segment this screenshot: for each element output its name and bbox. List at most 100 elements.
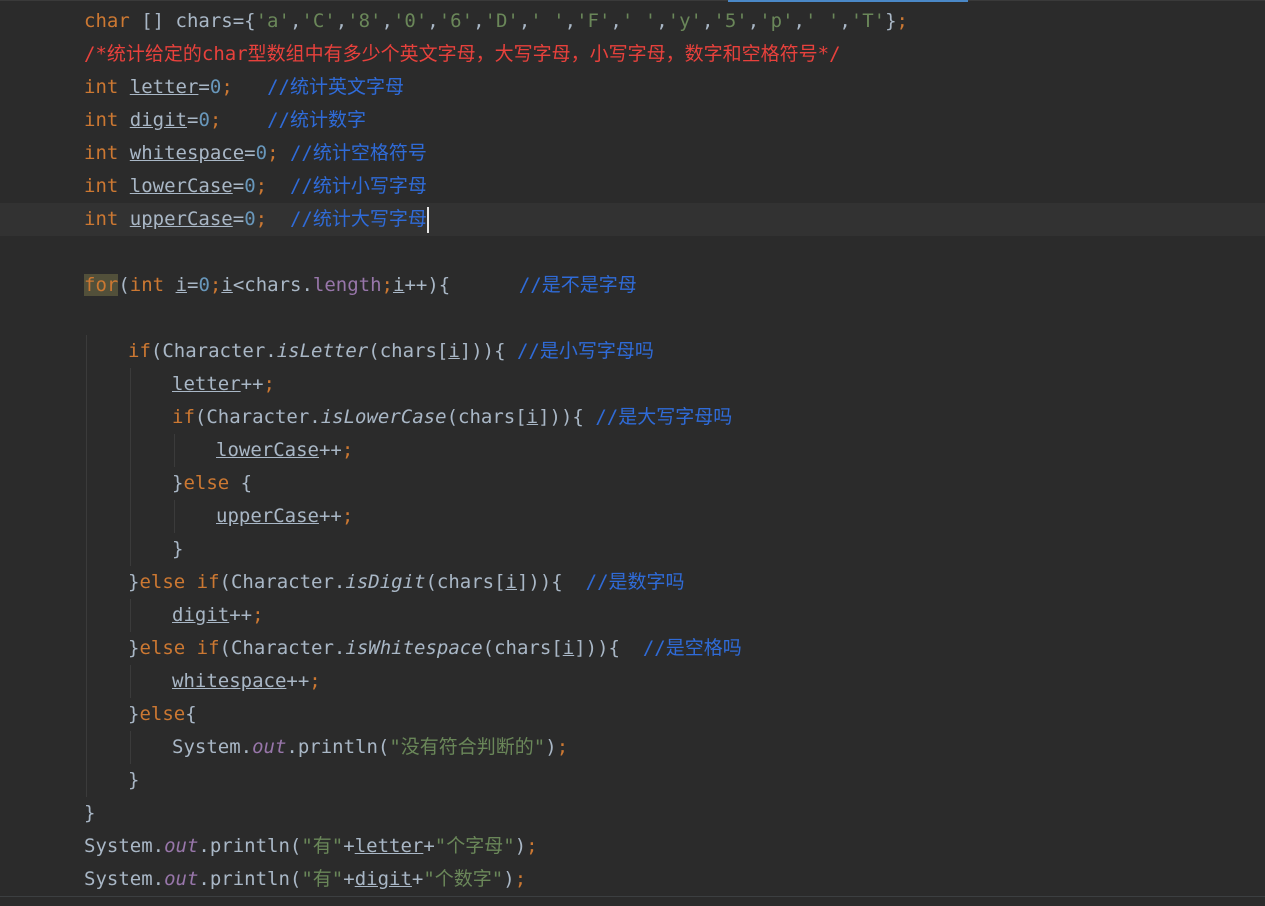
code-token: ])){ (574, 637, 643, 659)
code-line[interactable] (0, 302, 1265, 335)
code-token: { (185, 703, 197, 725)
code-line[interactable]: }else{ (0, 698, 1265, 731)
code-line[interactable]: } (0, 797, 1265, 830)
code-line[interactable]: System.out.println("有"+digit+"个数字"); (0, 863, 1265, 896)
indent-guide (86, 698, 87, 731)
indent-guide (130, 500, 131, 533)
code-line[interactable]: System.out.println("没有符合判断的"); (0, 731, 1265, 764)
code-token: ' ' (530, 10, 565, 32)
indent-guide (86, 467, 87, 500)
code-token: { (244, 10, 256, 32)
code-line[interactable]: for(int i=0;i<chars.length;i++){ //是不是字母 (0, 269, 1265, 302)
indent-guide (174, 500, 175, 533)
code-line[interactable]: int letter=0; //统计英文字母 (0, 71, 1265, 104)
code-token: //是空格吗 (642, 637, 742, 659)
indent-guide (130, 665, 131, 698)
code-token: '5' (713, 10, 748, 32)
code-token: ; (341, 439, 354, 461)
code-line[interactable] (0, 236, 1265, 269)
code-token: //统计英文字母 (267, 76, 404, 98)
code-text: int whitespace=0; //统计空格符号 (84, 137, 427, 170)
code-token: (chars[ (482, 637, 563, 659)
code-line[interactable]: letter++; (0, 368, 1265, 401)
code-text: }else if(Character.isWhitespace(chars[i]… (128, 632, 742, 665)
code-token: , (564, 10, 577, 32)
code-token: , (427, 10, 439, 32)
code-line[interactable]: if(Character.isLowerCase(chars[i])){ //是… (0, 401, 1265, 434)
code-token: (Character. (150, 340, 277, 362)
code-token: ' ' (621, 10, 657, 32)
code-token: lowerCase (216, 439, 319, 461)
indent-guide (130, 731, 131, 764)
code-text: /*统计给定的char型数组中有多少个英文字母，大写字母，小写字母，数字和空格符… (84, 38, 841, 71)
code-line[interactable]: }else { (0, 467, 1265, 500)
indent-guide (130, 467, 131, 500)
code-token: (chars[ (446, 406, 527, 428)
code-editor[interactable]: char [] chars={'a','C','8','0','6','D','… (0, 0, 1265, 906)
code-line[interactable]: }else if(Character.isWhitespace(chars[i]… (0, 632, 1265, 665)
code-token: { (229, 472, 253, 494)
code-token: ++){ (404, 274, 519, 296)
indent-guide (86, 368, 87, 401)
code-line[interactable]: }else if(Character.isDigit(chars[i])){ /… (0, 566, 1265, 599)
code-token: i (562, 637, 575, 659)
code-token: isWhitespace (345, 637, 483, 659)
code-token: , (381, 10, 393, 32)
code-line[interactable]: System.out.println("有"+letter+"个字母"); (0, 830, 1265, 863)
code-token: = (232, 175, 245, 197)
code-line[interactable]: if(Character.isLetter(chars[i])){ //是小写字… (0, 335, 1265, 368)
code-text: int lowerCase=0; //统计小写字母 (84, 170, 427, 203)
code-line[interactable]: } (0, 764, 1265, 797)
code-text: upperCase++; (216, 500, 353, 533)
code-token: ; (221, 76, 233, 98)
code-text: }else { (172, 467, 252, 500)
code-token: digit (129, 109, 187, 131)
code-token: "有" (301, 868, 344, 890)
code-token: 0 (244, 208, 256, 230)
code-line[interactable]: char [] chars={'a','C','8','0','6','D','… (0, 5, 1265, 38)
code-token: i (448, 340, 460, 362)
indent-guide (130, 368, 131, 401)
code-token: [] chars= (129, 10, 245, 32)
code-token: } (128, 703, 140, 725)
code-token: int (84, 175, 119, 197)
code-token: (Character. (219, 571, 346, 593)
code-token: out (164, 835, 199, 857)
code-token: //是不是字母 (518, 274, 637, 296)
code-token: "有" (301, 835, 344, 857)
code-line[interactable]: whitespace++; (0, 665, 1265, 698)
code-token: "个字母" (434, 835, 515, 857)
code-line[interactable]: int whitespace=0; //统计空格符号 (0, 137, 1265, 170)
code-line[interactable]: upperCase++; (0, 500, 1265, 533)
code-token: 0 (209, 76, 222, 98)
indent-guide (86, 401, 87, 434)
code-line[interactable]: int upperCase=0; //统计大写字母 (0, 203, 1265, 236)
code-line[interactable]: int lowerCase=0; //统计小写字母 (0, 170, 1265, 203)
code-line[interactable]: int digit=0; //统计数字 (0, 104, 1265, 137)
code-token: (Character. (219, 637, 346, 659)
indent-guide (86, 731, 87, 764)
code-token: } (885, 10, 897, 32)
code-line[interactable]: /*统计给定的char型数组中有多少个英文字母，大写字母，小写字母，数字和空格符… (0, 38, 1265, 71)
code-line[interactable]: lowerCase++; (0, 434, 1265, 467)
code-token: ])){ (538, 406, 596, 428)
code-text: int upperCase=0; //统计大写字母 (84, 203, 429, 236)
code-token: i (221, 274, 233, 296)
code-text: int letter=0; //统计英文字母 (84, 71, 404, 104)
code-token: ; (556, 736, 569, 758)
indent-guide (130, 599, 131, 632)
code-token: } (172, 538, 184, 560)
code-token: , (518, 10, 531, 32)
code-token: '6' (438, 10, 474, 32)
code-line[interactable]: digit++; (0, 599, 1265, 632)
code-line[interactable]: } (0, 533, 1265, 566)
code-token: = (186, 109, 199, 131)
code-token: //统计数字 (267, 109, 366, 131)
code-token: = (187, 274, 199, 296)
code-token: out (252, 736, 287, 758)
code-token: 0 (244, 175, 256, 197)
